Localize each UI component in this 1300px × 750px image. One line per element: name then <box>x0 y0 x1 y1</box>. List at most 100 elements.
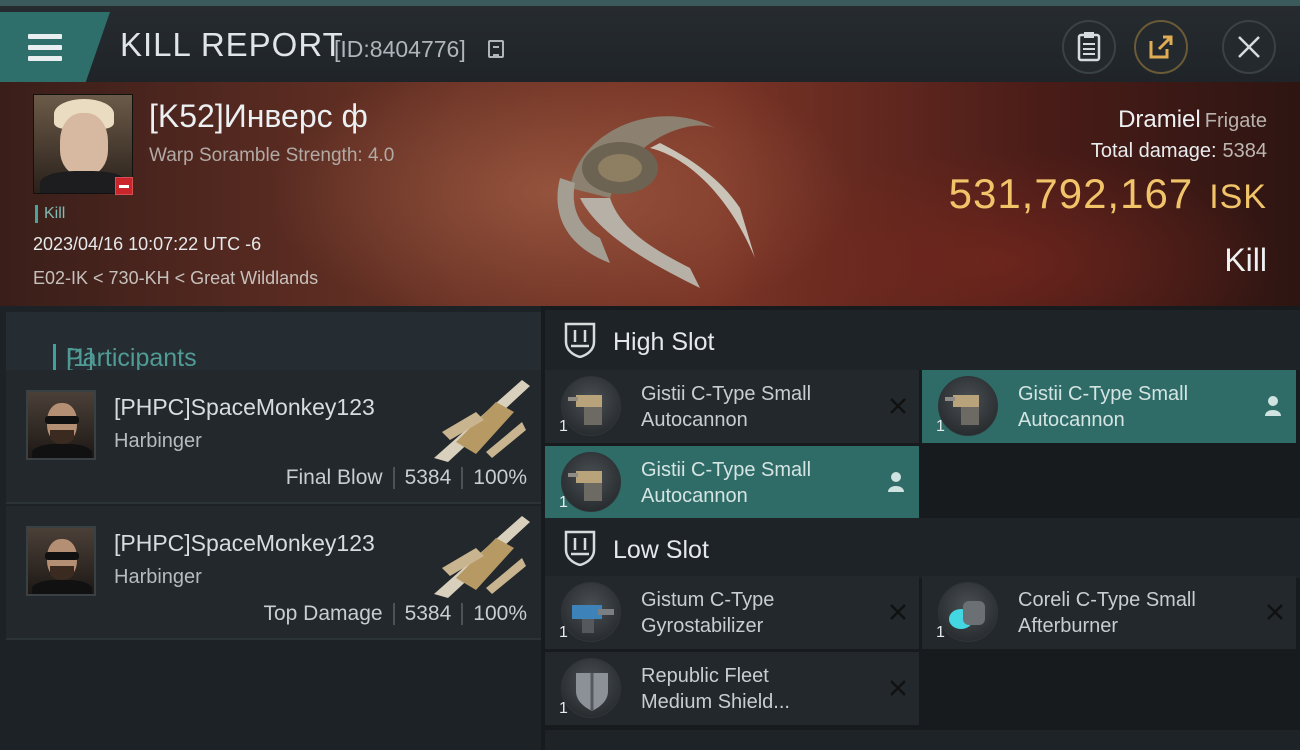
kill-banner: [K52]Инверс ф Warp Soramble Strength: 4.… <box>0 82 1300 306</box>
module-name-line2: Autocannon <box>641 409 748 431</box>
mid-slot-header-partial <box>545 730 1300 750</box>
menu-button[interactable] <box>0 12 110 82</box>
participant-role: Final Blow <box>285 466 383 489</box>
top-bar: KILL REPORT [ID:8404776] <box>0 0 1300 82</box>
high-slot-icon <box>564 322 596 358</box>
module-item[interactable]: 1 Gistii C-Type Small Autocannon <box>545 370 919 443</box>
dropped-user-icon <box>1265 396 1281 416</box>
ship-class: Frigate <box>1204 110 1267 132</box>
isk-unit: ISK <box>1209 178 1267 216</box>
participant-row[interactable]: [PHPC]SpaceMonkey123 Harbinger Top Damag… <box>6 506 541 640</box>
close-button[interactable] <box>1222 20 1276 74</box>
loss-badge-icon <box>115 177 133 195</box>
victim-name[interactable]: [K52]Инверс ф <box>149 98 368 135</box>
destroyed-icon <box>890 398 906 414</box>
ship-name: Dramiel Frigate <box>1118 106 1267 134</box>
isk-amount: 531,792,167 <box>948 170 1194 217</box>
destroyed-icon <box>1267 604 1283 620</box>
high-slot-header: High Slot <box>545 310 1300 370</box>
copy-icon[interactable] <box>488 40 504 58</box>
participant-ship: Harbinger <box>114 566 202 588</box>
low-slot-header: Low Slot <box>545 518 1300 578</box>
module-name: Gistii C-Type Small Autocannon <box>1018 381 1258 433</box>
participant-row[interactable]: [PHPC]SpaceMonkey123 Harbinger Final Blo… <box>6 370 541 504</box>
participant-name: [PHPC]SpaceMonkey123 <box>114 530 375 556</box>
module-name-line2: Gyrostabilizer <box>641 615 764 637</box>
participants-panel: Participants [1] [PHPC]SpaceMonkey123 Ha… <box>0 306 541 750</box>
high-slot-label: High Slot <box>613 328 715 356</box>
share-icon <box>1149 35 1173 59</box>
autocannon-icon <box>561 376 621 436</box>
total-damage-label: Total damage: <box>1090 140 1217 162</box>
module-name-line1: Coreli C-Type Small <box>1018 589 1196 611</box>
module-name: Gistii C-Type Small Autocannon <box>641 381 881 433</box>
module-name: Gistii C-Type Small Autocannon <box>641 457 881 509</box>
module-name-line2: Afterburner <box>1018 615 1119 637</box>
module-qty: 1 <box>559 700 568 717</box>
autocannon-icon <box>561 452 621 512</box>
fittings-panel: High Slot 1 Gistii C-Type Small Autocanno… <box>541 306 1300 750</box>
module-qty: 1 <box>559 624 568 641</box>
module-item[interactable]: 1 Gistii C-Type Small Autocannon <box>922 370 1296 443</box>
module-item[interactable]: 1 Gistii C-Type Small Autocannon <box>545 446 919 519</box>
report-id: [ID:8404776] <box>334 36 466 62</box>
module-name-line2: Autocannon <box>1018 409 1125 431</box>
module-name-line1: Gistii C-Type Small <box>1018 383 1189 405</box>
participant-ship-image <box>434 516 530 598</box>
module-qty: 1 <box>559 418 568 435</box>
close-icon <box>1238 36 1260 58</box>
participant-percent: 100% <box>473 466 527 489</box>
participant-avatar[interactable] <box>26 526 96 596</box>
kill-location: E02-IK < 730-KH < Great Wildlands <box>33 268 319 288</box>
kill-tag: Kill <box>35 205 65 223</box>
module-name: Republic Fleet Medium Shield... <box>641 663 881 715</box>
module-name-line1: Gistum C-Type <box>641 589 775 611</box>
clipboard-button[interactable] <box>1062 20 1116 74</box>
destroyed-icon <box>890 604 906 620</box>
low-slot-icon <box>564 530 596 566</box>
module-name: Coreli C-Type Small Afterburner <box>1018 587 1258 639</box>
victim-stat: Warp Soramble Strength: 4.0 <box>149 145 395 166</box>
shield-extender-icon <box>561 658 621 718</box>
module-item[interactable]: 1 Republic Fleet Medium Shield... <box>545 652 919 725</box>
participant-damage: 5384 <box>404 602 452 625</box>
page-title: KILL REPORT <box>120 26 344 63</box>
participants-header: Participants [1] <box>6 312 541 373</box>
low-slot-label: Low Slot <box>613 536 709 564</box>
kill-type: Kill <box>1224 242 1267 278</box>
participant-stats: Final Blow 5384 100% <box>286 466 527 490</box>
participant-avatar[interactable] <box>26 390 96 460</box>
participant-damage: 5384 <box>404 466 452 489</box>
participant-role: Top Damage <box>263 602 383 625</box>
module-item[interactable]: 1 Gistum C-Type Gyrostabilizer <box>545 576 919 649</box>
module-name-line2: Medium Shield... <box>641 691 790 713</box>
share-button[interactable] <box>1134 20 1188 74</box>
victim-ship-image <box>557 116 755 288</box>
kill-date: 2023/04/16 10:07:22 UTC -6 <box>33 234 262 254</box>
autocannon-icon <box>938 376 998 436</box>
gyrostabilizer-icon <box>561 582 621 642</box>
module-name: Gistum C-Type Gyrostabilizer <box>641 587 881 639</box>
isk-value: 531,792,167 ISK <box>949 170 1267 218</box>
clipboard-icon <box>1077 32 1101 62</box>
participant-ship-image <box>434 380 530 462</box>
dropped-user-icon <box>888 472 904 492</box>
participant-ship: Harbinger <box>114 430 202 452</box>
participants-count: [1] <box>53 344 94 373</box>
module-qty: 1 <box>936 624 945 641</box>
module-name-line1: Gistii C-Type Small <box>641 383 812 405</box>
participant-percent: 100% <box>473 602 527 625</box>
module-item[interactable]: 1 Coreli C-Type Small Afterburner <box>922 576 1296 649</box>
module-name-line2: Autocannon <box>641 485 748 507</box>
module-name-line1: Republic Fleet <box>641 665 769 687</box>
total-damage: Total damage: 5384 <box>1091 140 1267 163</box>
module-qty: 1 <box>936 418 945 435</box>
ship-name-text: Dramiel <box>1118 106 1201 133</box>
destroyed-icon <box>890 680 906 696</box>
participant-name: [PHPC]SpaceMonkey123 <box>114 394 375 420</box>
afterburner-icon <box>938 582 998 642</box>
module-name-line1: Gistii C-Type Small <box>641 459 812 481</box>
module-qty: 1 <box>559 494 568 511</box>
total-damage-value: 5384 <box>1222 140 1268 162</box>
participant-stats: Top Damage 5384 100% <box>263 602 527 626</box>
